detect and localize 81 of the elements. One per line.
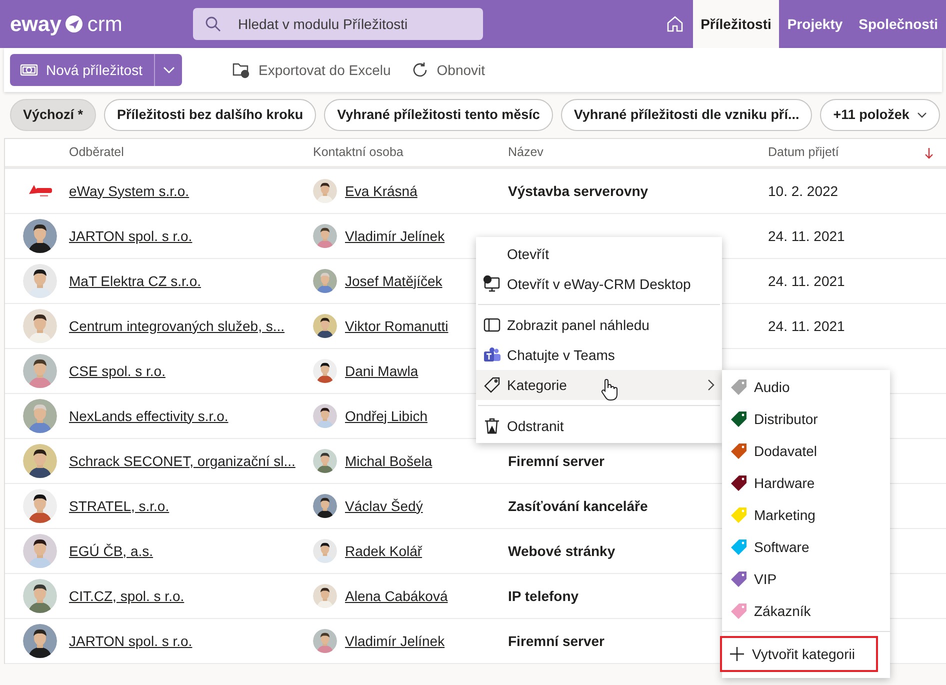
filter-chip[interactable]: Výchozí * xyxy=(10,99,96,131)
chevron-down-icon xyxy=(162,66,175,74)
opportunity-name: Firemní server xyxy=(508,452,604,468)
customer-link[interactable]: NexLands effectivity s.r.o. xyxy=(69,406,313,426)
customer-link[interactable]: STRATEL, s.r.o. xyxy=(69,496,313,516)
export-button[interactable]: Exportovat do Excelu xyxy=(228,54,395,86)
plus-icon xyxy=(730,647,744,661)
filter-chip[interactable]: Vyhrané příležitosti tento měsíc xyxy=(324,99,553,131)
customer-link[interactable]: CSE spol. s r.o. xyxy=(69,360,313,382)
contact-link[interactable]: Michal Bošela xyxy=(345,450,432,472)
opportunity-name: IP telefony xyxy=(508,588,579,604)
monitor-icon xyxy=(483,275,501,293)
filter-chip[interactable]: +11 položek xyxy=(820,99,940,131)
column-header[interactable]: Datum přijetí xyxy=(768,143,839,162)
panel-icon xyxy=(483,316,501,334)
date-cell: 24. 11. 2021 xyxy=(768,228,845,244)
customer-link[interactable]: eWay System s.r.o. xyxy=(69,180,313,202)
logo-text: eway xyxy=(10,14,62,34)
opportunity-name: Zasíťování kanceláře xyxy=(508,498,648,514)
trash-icon xyxy=(483,417,501,435)
menu-item[interactable]: Chatujte v Teams xyxy=(476,340,722,370)
money-icon xyxy=(20,63,38,77)
contact-link[interactable]: Viktor Romanutti xyxy=(345,316,448,336)
contact-link[interactable]: Vladimír Jelínek xyxy=(345,630,445,652)
category-item[interactable]: Software xyxy=(722,531,890,563)
date-cell: 24. 11. 2021 xyxy=(768,272,845,288)
customer-link[interactable]: CIT.CZ, spol. s r.o. xyxy=(69,586,313,606)
contact-link[interactable]: Eva Krásná xyxy=(345,180,418,202)
teams-icon xyxy=(483,346,501,364)
logo-text: crm xyxy=(87,14,122,34)
customer-link[interactable]: JARTON spol. s r.o. xyxy=(69,226,313,246)
refresh-button[interactable]: Obnovit xyxy=(406,54,490,86)
folder-icon xyxy=(232,61,250,79)
search-icon xyxy=(205,16,221,32)
contact-link[interactable]: Dani Mawla xyxy=(345,360,418,382)
column-header[interactable]: Název xyxy=(508,143,544,162)
category-item[interactable]: Dodavatel xyxy=(722,435,890,467)
create-category-button[interactable]: Vytvořit kategorii xyxy=(720,636,878,672)
menu-item[interactable]: Odstranit xyxy=(476,411,722,441)
category-item[interactable]: Hardware xyxy=(722,467,890,499)
contact-link[interactable]: Vladimír Jelínek xyxy=(345,226,445,246)
customer-link[interactable]: EGÚ ČB, a.s. xyxy=(69,540,313,562)
contact-link[interactable]: Radek Kolář xyxy=(345,540,422,562)
contact-link[interactable]: Alena Cabáková xyxy=(345,586,448,606)
logo-icon xyxy=(65,15,84,33)
column-header[interactable]: Kontaktní osoba xyxy=(313,143,404,162)
menu-item[interactable]: Zobrazit panel náhledu xyxy=(476,310,722,340)
dropdown-button[interactable] xyxy=(154,54,182,86)
column-header[interactable]: Odběratel xyxy=(69,143,124,162)
nav-tab[interactable]: Příležitosti xyxy=(692,0,780,48)
customer-link[interactable]: JARTON spol. s r.o. xyxy=(69,630,313,652)
opportunity-name: Výstavba serverovny xyxy=(508,182,648,198)
menu-item[interactable]: Otevřít v eWay-CRM Desktop xyxy=(476,269,722,299)
date-cell: 10. 2. 2022 xyxy=(768,182,838,198)
filter-chip[interactable]: Příležitosti bez dalšího kroku xyxy=(104,99,316,131)
category-item[interactable]: Audio xyxy=(722,371,890,403)
category-item[interactable]: Zákazník xyxy=(722,595,890,627)
nav-tab[interactable]: Projekty xyxy=(779,0,851,48)
contact-link[interactable]: Josef Matějíček xyxy=(345,270,442,292)
date-cell: 24. 11. 2021 xyxy=(768,318,845,334)
menu-item[interactable]: Kategorie xyxy=(476,370,722,400)
refresh-icon xyxy=(410,61,429,79)
menu-item[interactable]: Otevřít xyxy=(476,239,722,269)
customer-link[interactable]: MaT Elektra CZ s.r.o. xyxy=(69,270,313,292)
contact-link[interactable]: Ondřej Libich xyxy=(345,406,428,426)
category-item[interactable]: Marketing xyxy=(722,499,890,531)
hand-cursor-icon xyxy=(600,378,618,402)
category-item[interactable]: VIP xyxy=(722,563,890,595)
search-field[interactable]: Hledat v modulu Příležitosti xyxy=(193,8,483,40)
filter-chip[interactable]: Vyhrané příležitosti dle vzniku pří... xyxy=(560,99,812,131)
home-icon[interactable] xyxy=(666,15,684,33)
new-opportunity-button[interactable]: Nová příležitost xyxy=(10,54,154,86)
opportunity-name: Firemní server xyxy=(508,632,604,648)
tag-icon xyxy=(483,376,501,394)
category-item[interactable]: Distributor xyxy=(722,403,890,435)
sort-arrow-icon[interactable] xyxy=(924,146,934,158)
customer-link[interactable]: Centrum integrovaných služeb, s... xyxy=(69,316,313,336)
nav-tab[interactable]: Společnosti xyxy=(850,0,946,48)
customer-link[interactable]: Schrack SECONET, organizační sl... xyxy=(69,450,313,472)
contact-link[interactable]: Václav Šedý xyxy=(345,496,423,516)
opportunity-name: Webové stránky xyxy=(508,542,616,558)
